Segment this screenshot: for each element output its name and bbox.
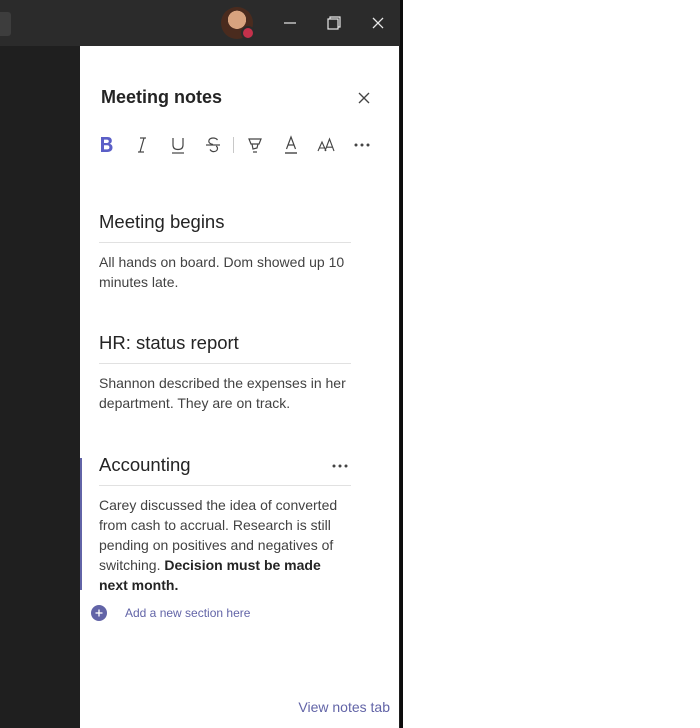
notes-section-active[interactable]: Accounting Carey discussed the idea of c… [99,454,351,595]
strikethrough-button[interactable] [200,132,226,158]
view-notes-tab-link[interactable]: View notes tab [298,699,390,715]
minimize-icon [284,22,296,24]
close-icon [372,17,384,29]
left-rail [0,46,80,728]
window-edge [400,0,403,728]
add-section-label: Add a new section here [125,606,251,620]
underline-button[interactable] [165,132,191,158]
active-section-indicator [80,458,82,590]
font-size-button[interactable] [313,132,339,158]
highlight-icon [248,138,262,153]
section-body[interactable]: Shannon described the expenses in her de… [99,373,351,413]
highlight-button[interactable] [242,132,268,158]
italic-button[interactable] [129,132,155,158]
teams-window: Meeting notes Meeting begins All hands o… [0,0,400,728]
notes-section[interactable]: Meeting begins All hands on board. Dom s… [99,211,351,292]
font-color-icon [285,135,297,154]
search-box[interactable] [0,12,11,36]
section-body[interactable]: All hands on board. Dom showed up 10 min… [99,252,351,292]
strikethrough-icon [206,137,220,153]
restore-icon [327,16,341,30]
bold-icon [101,137,113,152]
italic-icon [138,137,146,153]
toolbar-separator [233,137,234,153]
presence-badge [241,26,255,40]
underline-icon [172,138,184,154]
section-body[interactable]: Carey discussed the idea of converted fr… [99,495,351,595]
meeting-notes-panel: Meeting notes Meeting begins All hands o… [80,46,399,728]
panel-close-button[interactable] [354,88,374,108]
section-title[interactable]: Meeting begins [99,211,351,243]
restore-button[interactable] [319,8,349,38]
avatar[interactable] [221,7,255,40]
title-bar [0,0,400,46]
font-size-icon [317,137,335,152]
more-options-icon [354,143,370,147]
window-close-button[interactable] [363,8,393,38]
section-title[interactable]: HR: status report [99,332,351,364]
font-color-button[interactable] [278,132,304,158]
more-options-icon [332,464,348,468]
add-icon [91,605,107,621]
bold-button[interactable] [94,132,120,158]
minimize-button[interactable] [275,8,305,38]
more-options-button[interactable] [349,132,375,158]
close-icon [358,92,370,104]
section-more-button[interactable] [328,456,352,476]
panel-title: Meeting notes [101,87,223,107]
section-title[interactable]: Accounting [99,454,351,486]
notes-section[interactable]: HR: status report Shannon described the … [99,332,351,413]
